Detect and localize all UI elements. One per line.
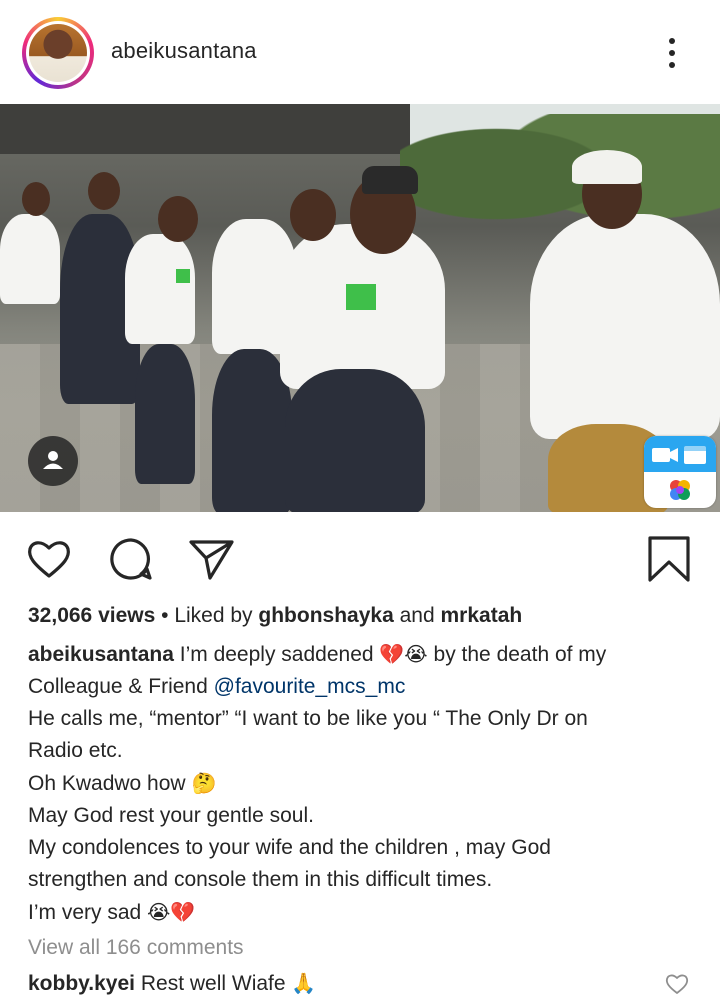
caption-line: strengthen and console them in this diff… [28,868,493,891]
send-icon[interactable] [186,534,236,584]
video-frame-head [22,182,50,216]
video-frame-cap [572,150,642,184]
separator-dot: • [161,604,169,627]
caption-line: He calls me, “mentor” “I want to be like… [28,707,588,730]
caption-text: by the death of my [433,643,607,666]
caption-line: Oh Kwadwo how 🤔 [28,767,688,800]
caption-line: My condolences to your wife and the chil… [28,836,551,859]
post-header: abeikusantana [0,0,720,104]
post-username[interactable]: abeikusantana [111,38,257,64]
broken-heart-crying-emoji-icon: 💔😭 [379,642,428,666]
caption-text: I’m very sad [28,901,142,924]
bookmark-icon[interactable] [644,534,694,584]
video-frame-head [88,172,120,210]
praying-hands-emoji-icon: 🙏 [291,971,317,995]
caption-line: May God rest your gentle soul. [28,804,314,827]
video-frame-person [285,369,425,512]
caption-line: abeikusantana I’m deeply saddened 💔😭 by … [28,638,688,671]
liked-by-label: Liked by [174,604,253,627]
user-tag-icon[interactable] [28,436,78,486]
views-count: 32,066 views [28,604,156,627]
comment-like-heart-icon[interactable] [664,972,690,996]
more-vertical-icon[interactable] [660,36,684,70]
video-frame-person [0,214,60,304]
thinking-emoji-icon: 🤔 [191,771,217,795]
comment-username[interactable]: kobby.kyei [28,972,135,995]
heart-icon[interactable] [24,534,74,584]
action-bar [0,520,720,600]
crying-broken-heart-emoji-icon: 😭💔 [147,900,196,924]
view-all-comments-link[interactable]: View all 166 comments [28,936,244,960]
post-video[interactable] [0,104,720,512]
avatar-image [29,24,87,82]
comment-item: kobby.kyei Rest well Wiafe 🙏 [28,971,316,996]
caption-line: Radio etc. [28,739,123,762]
video-frame-shirt-print [176,269,190,283]
video-frame-person [530,214,720,439]
video-editor-app-icon[interactable] [644,436,716,508]
caption-text: Oh Kwadwo how [28,772,186,795]
video-frame-person [125,234,195,344]
video-frame-head [290,189,336,241]
avatar-border [26,21,90,85]
caption-line: Colleague & Friend @favourite_mcs_mc [28,671,688,703]
liked-by-and: and [399,604,435,627]
caption-username[interactable]: abeikusantana [28,643,174,666]
video-frame-building [0,104,410,154]
caption-text: Colleague & Friend [28,675,208,698]
liked-by-user-2[interactable]: mrkatah [441,604,523,627]
video-frame-head [158,196,198,242]
comment-text: Rest well Wiafe [140,972,286,995]
video-frame-cap [362,166,418,194]
video-frame-shirt-print [346,284,376,310]
avatar[interactable] [22,17,94,89]
comment-icon[interactable] [106,534,156,584]
views-and-likes: 32,066 views • Liked by ghbonshayka and … [28,604,522,628]
caption-text: I’m deeply saddened [179,643,374,666]
video-frame-person [135,344,195,484]
caption-line: I’m very sad 😭💔 [28,896,688,929]
caption-mention-link[interactable]: @favourite_mcs_mc [214,675,406,698]
post-caption: abeikusantana I’m deeply saddened 💔😭 by … [28,638,688,929]
liked-by-user-1[interactable]: ghbonshayka [258,604,393,627]
